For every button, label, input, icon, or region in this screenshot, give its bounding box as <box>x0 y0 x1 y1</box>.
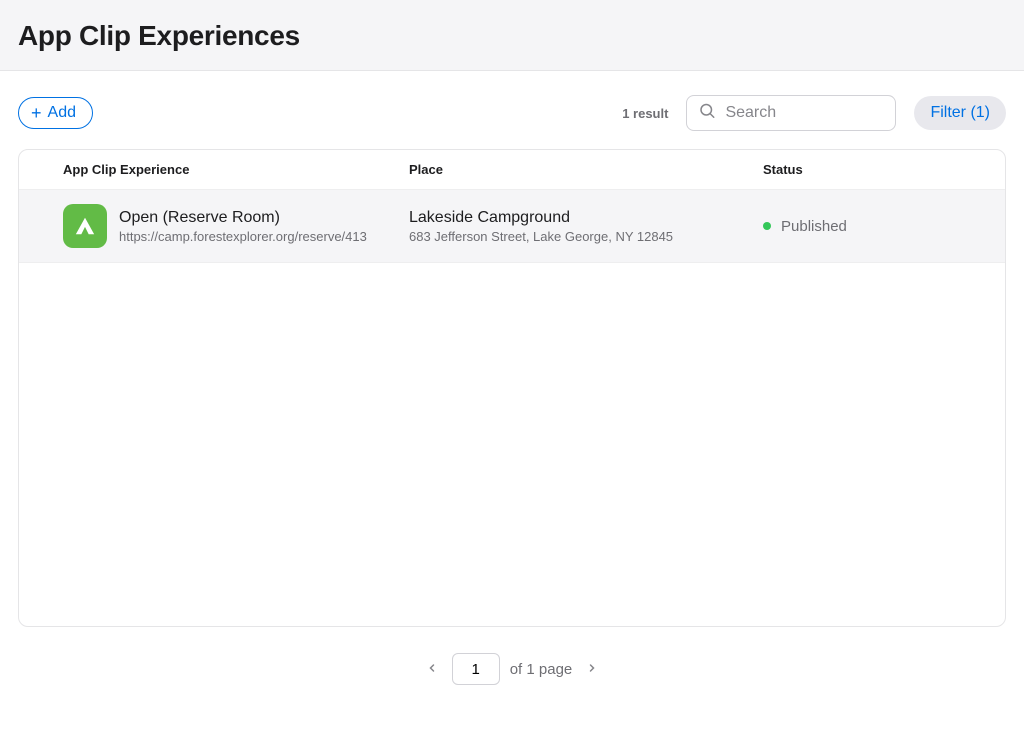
search-field <box>686 95 896 131</box>
col-header-status: Status <box>763 162 1005 177</box>
status-label: Published <box>781 218 847 235</box>
next-page-button[interactable] <box>582 657 602 682</box>
col-header-place: Place <box>409 162 763 177</box>
experience-title: Open (Reserve Room) <box>119 209 367 227</box>
place-address: 683 Jefferson Street, Lake George, NY 12… <box>409 229 763 244</box>
search-input[interactable] <box>686 95 896 131</box>
status-dot-icon <box>763 222 771 230</box>
status-badge: Published <box>763 218 1005 235</box>
col-header-experience: App Clip Experience <box>19 162 409 177</box>
page-total-label: of 1 page <box>510 661 573 678</box>
toolbar: + Add 1 result Filter (1) <box>0 71 1024 149</box>
page-header: App Clip Experiences <box>0 0 1024 71</box>
page-title: App Clip Experiences <box>18 20 1006 52</box>
add-button[interactable]: + Add <box>18 97 93 129</box>
tent-icon <box>74 215 96 237</box>
plus-icon: + <box>31 104 42 122</box>
chevron-left-icon <box>426 662 438 674</box>
add-button-label: Add <box>48 104 76 122</box>
result-count: 1 result <box>622 106 668 121</box>
filter-button[interactable]: Filter (1) <box>914 96 1006 130</box>
table-header-row: App Clip Experience Place Status <box>19 150 1005 189</box>
experiences-table: App Clip Experience Place Status Open (R… <box>18 149 1006 627</box>
place-name: Lakeside Campground <box>409 209 763 227</box>
prev-page-button[interactable] <box>422 657 442 682</box>
page-number-input[interactable] <box>452 653 500 685</box>
filter-button-label: Filter (1) <box>930 104 990 121</box>
experience-url: https://camp.forestexplorer.org/reserve/… <box>119 229 367 244</box>
table-row[interactable]: Open (Reserve Room) https://camp.foreste… <box>19 189 1005 263</box>
search-icon <box>698 102 716 125</box>
app-clip-icon <box>63 204 107 248</box>
chevron-right-icon <box>586 662 598 674</box>
pagination: of 1 page <box>0 653 1024 685</box>
